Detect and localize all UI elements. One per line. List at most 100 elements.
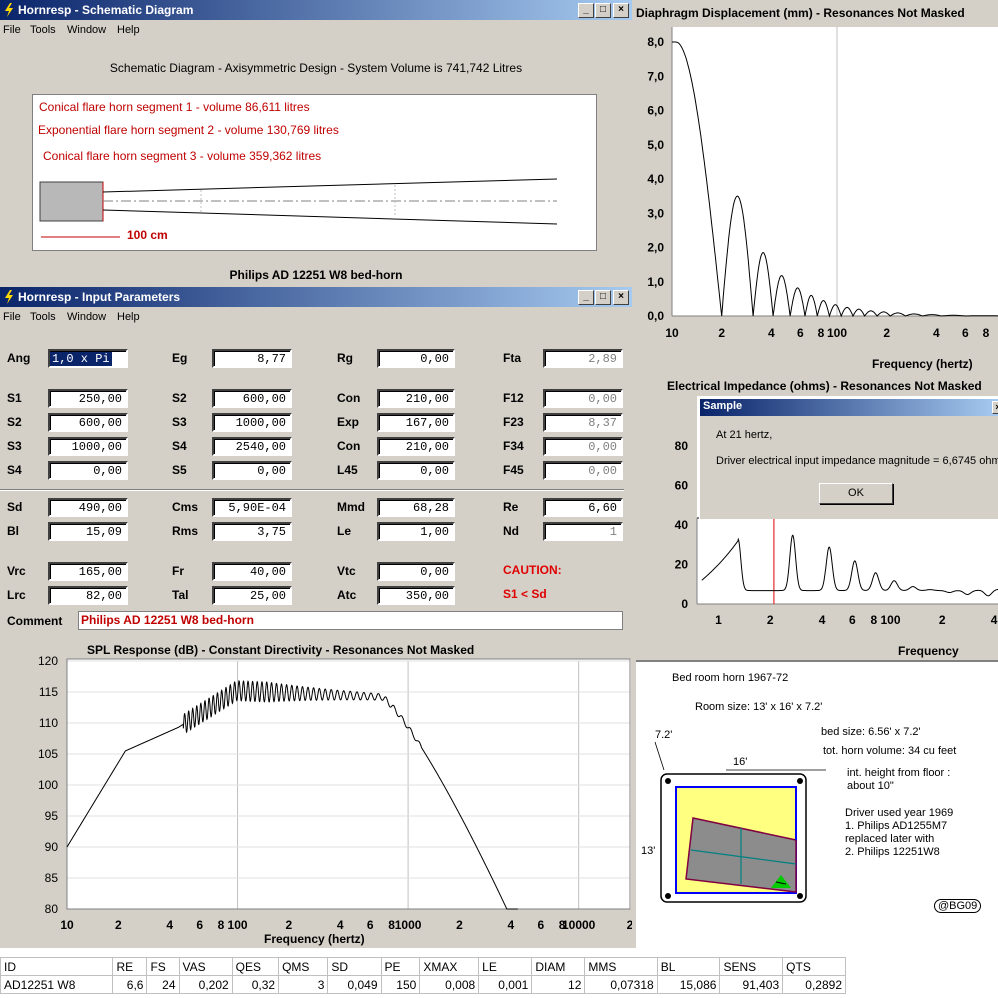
param-field-s2[interactable]: 600,00 xyxy=(48,413,128,432)
param-field-eg[interactable]: 8,77 xyxy=(212,349,292,368)
disp-ytick: 6,0 xyxy=(647,104,664,118)
param-field-s5[interactable]: 0,00 xyxy=(212,461,292,480)
spl-ytick: 105 xyxy=(38,747,58,761)
param-field-vrc[interactable]: 165,00 xyxy=(48,562,128,581)
imp-xtick: 1 xyxy=(715,613,722,627)
table-cell[interactable]: 91,403 xyxy=(719,975,784,994)
param-field-vtc[interactable]: 0,00 xyxy=(377,562,455,581)
spl-xtick: 6 xyxy=(367,918,374,932)
table-cell[interactable]: 0,07318 xyxy=(584,975,658,994)
spl-xtick: 6 xyxy=(196,918,203,932)
param-field-tal[interactable]: 25,00 xyxy=(212,586,292,605)
param-label-rg: Rg xyxy=(337,351,353,365)
param-field-f45[interactable]: 0,00 xyxy=(543,461,623,480)
displacement-chart: 8,07,06,05,04,03,02,01,00,010 2 4 6 8 100 2 4 6 8… xyxy=(647,27,998,340)
spl-ytick: 90 xyxy=(45,840,59,854)
comment-input[interactable]: Philips AD 12251 W8 bed-horn xyxy=(78,611,623,630)
maximize-button[interactable]: □ xyxy=(595,3,611,18)
table-cell[interactable]: 15,086 xyxy=(656,975,721,994)
ok-button[interactable]: OK xyxy=(819,483,893,504)
table-cell[interactable]: 0,008 xyxy=(419,975,480,994)
sample-dialog-title: Sample xyxy=(703,400,743,412)
param-field-con[interactable]: 210,00 xyxy=(377,437,455,456)
table-cell[interactable]: 0,32 xyxy=(231,975,280,994)
menu-help[interactable]: Help xyxy=(117,24,140,36)
menu-file[interactable]: File xyxy=(3,311,21,323)
param-field-s4[interactable]: 2540,00 xyxy=(212,437,292,456)
param-field-sd[interactable]: 490,00 xyxy=(48,498,128,517)
param-field-s2[interactable]: 600,00 xyxy=(212,389,292,408)
param-field-exp[interactable]: 167,00 xyxy=(377,413,455,432)
param-field-le[interactable]: 1,00 xyxy=(377,522,455,541)
param-label-fta: Fta xyxy=(503,351,521,365)
disp-ytick: 2,0 xyxy=(647,241,664,255)
table-cell[interactable]: 12 xyxy=(531,975,586,994)
minimize-button[interactable]: _ xyxy=(578,290,594,305)
menu-window[interactable]: Window xyxy=(67,311,106,323)
param-field-mmd[interactable]: 68,28 xyxy=(377,498,455,517)
table-cell[interactable]: 150 xyxy=(380,975,421,994)
scale-label: 100 cm xyxy=(127,228,168,242)
sample-dialog-line1: At 21 hertz, xyxy=(716,429,773,441)
sample-dialog: Sample × At 21 hertz, Driver electrical … xyxy=(699,398,998,519)
param-field-s1[interactable]: 250,00 xyxy=(48,389,128,408)
displacement-window: Diaphragm Displacement (mm) - Resonances… xyxy=(632,0,998,376)
disp-ytick: 7,0 xyxy=(647,69,664,83)
spl-window: SPL Response (dB) - Constant Directivity… xyxy=(0,632,632,948)
table-cell[interactable]: 0,2892 xyxy=(782,975,846,994)
table-cell[interactable]: 24 xyxy=(146,975,180,994)
table-cell[interactable]: 0,049 xyxy=(327,975,382,994)
param-label-nd: Nd xyxy=(503,524,519,538)
param-field-lrc[interactable]: 82,00 xyxy=(48,586,128,605)
param-label-exp: Exp xyxy=(337,415,360,429)
param-field-f12[interactable]: 0,00 xyxy=(543,389,623,408)
spl-xtick: 4 xyxy=(337,918,344,932)
menu-window[interactable]: Window xyxy=(67,24,106,36)
sample-dialog-titlebar[interactable]: Sample × xyxy=(700,399,998,416)
table-cell[interactable]: 3 xyxy=(278,975,329,994)
menu-file[interactable]: File xyxy=(3,24,21,36)
param-field-l45[interactable]: 0,00 xyxy=(377,461,455,480)
menu-tools[interactable]: Tools xyxy=(30,311,56,323)
param-field-fta[interactable]: 2,89 xyxy=(543,349,623,368)
table-cell[interactable]: AD12251 W8 xyxy=(0,975,114,994)
param-field-nd[interactable]: 1 xyxy=(543,522,623,541)
table-cell[interactable]: 6,6 xyxy=(112,975,148,994)
param-field-s4[interactable]: 0,00 xyxy=(48,461,128,480)
param-field-con[interactable]: 210,00 xyxy=(377,389,455,408)
table-row[interactable]: AD12251 W8 6,6 24 0,202 0,32 3 0,049 150 0,008 0,… xyxy=(0,975,846,994)
menu-help[interactable]: Help xyxy=(117,311,140,323)
param-field-re[interactable]: 6,60 xyxy=(543,498,623,517)
table-cell[interactable]: 0,001 xyxy=(478,975,533,994)
param-field-ang[interactable]: 1,0 x Pi xyxy=(48,349,128,368)
table-header-qts: QTS xyxy=(782,957,846,976)
param-field-f34[interactable]: 0,00 xyxy=(543,437,623,456)
spl-xtick: 4 xyxy=(166,918,173,932)
param-label-le: Le xyxy=(337,524,352,538)
input-titlebar[interactable]: Hornresp - Input Parameters _ □ × xyxy=(0,287,632,307)
maximize-button[interactable]: □ xyxy=(595,290,611,305)
param-label-s2: S2 xyxy=(7,415,22,429)
close-button[interactable]: × xyxy=(992,401,998,414)
minimize-button[interactable]: _ xyxy=(578,3,594,18)
table-cell[interactable]: 0,202 xyxy=(178,975,233,994)
param-field-cms[interactable]: 5,90E-04 xyxy=(212,498,292,517)
spl-curve xyxy=(66,680,518,910)
param-field-s3[interactable]: 1000,00 xyxy=(212,413,292,432)
param-field-f23[interactable]: 8,37 xyxy=(543,413,623,432)
spl-xlabel: Frequency (hertz) xyxy=(264,932,365,946)
param-field-bl[interactable]: 15,09 xyxy=(48,522,128,541)
param-field-atc[interactable]: 350,00 xyxy=(377,586,455,605)
table-header-diam: DIAM xyxy=(531,957,586,976)
param-label-vrc: Vrc xyxy=(7,564,26,578)
schematic-titlebar[interactable]: Hornresp - Schematic Diagram _ □ × xyxy=(0,0,632,20)
param-field-rg[interactable]: 0,00 xyxy=(377,349,455,368)
param-field-rms[interactable]: 3,75 xyxy=(212,522,292,541)
menu-tools[interactable]: Tools xyxy=(30,24,56,36)
close-button[interactable]: × xyxy=(613,290,629,305)
param-field-fr[interactable]: 40,00 xyxy=(212,562,292,581)
param-field-s3[interactable]: 1000,00 xyxy=(48,437,128,456)
table-header-qms: QMS xyxy=(278,957,329,976)
spl-ytick: 110 xyxy=(39,716,58,730)
close-button[interactable]: × xyxy=(613,3,629,18)
